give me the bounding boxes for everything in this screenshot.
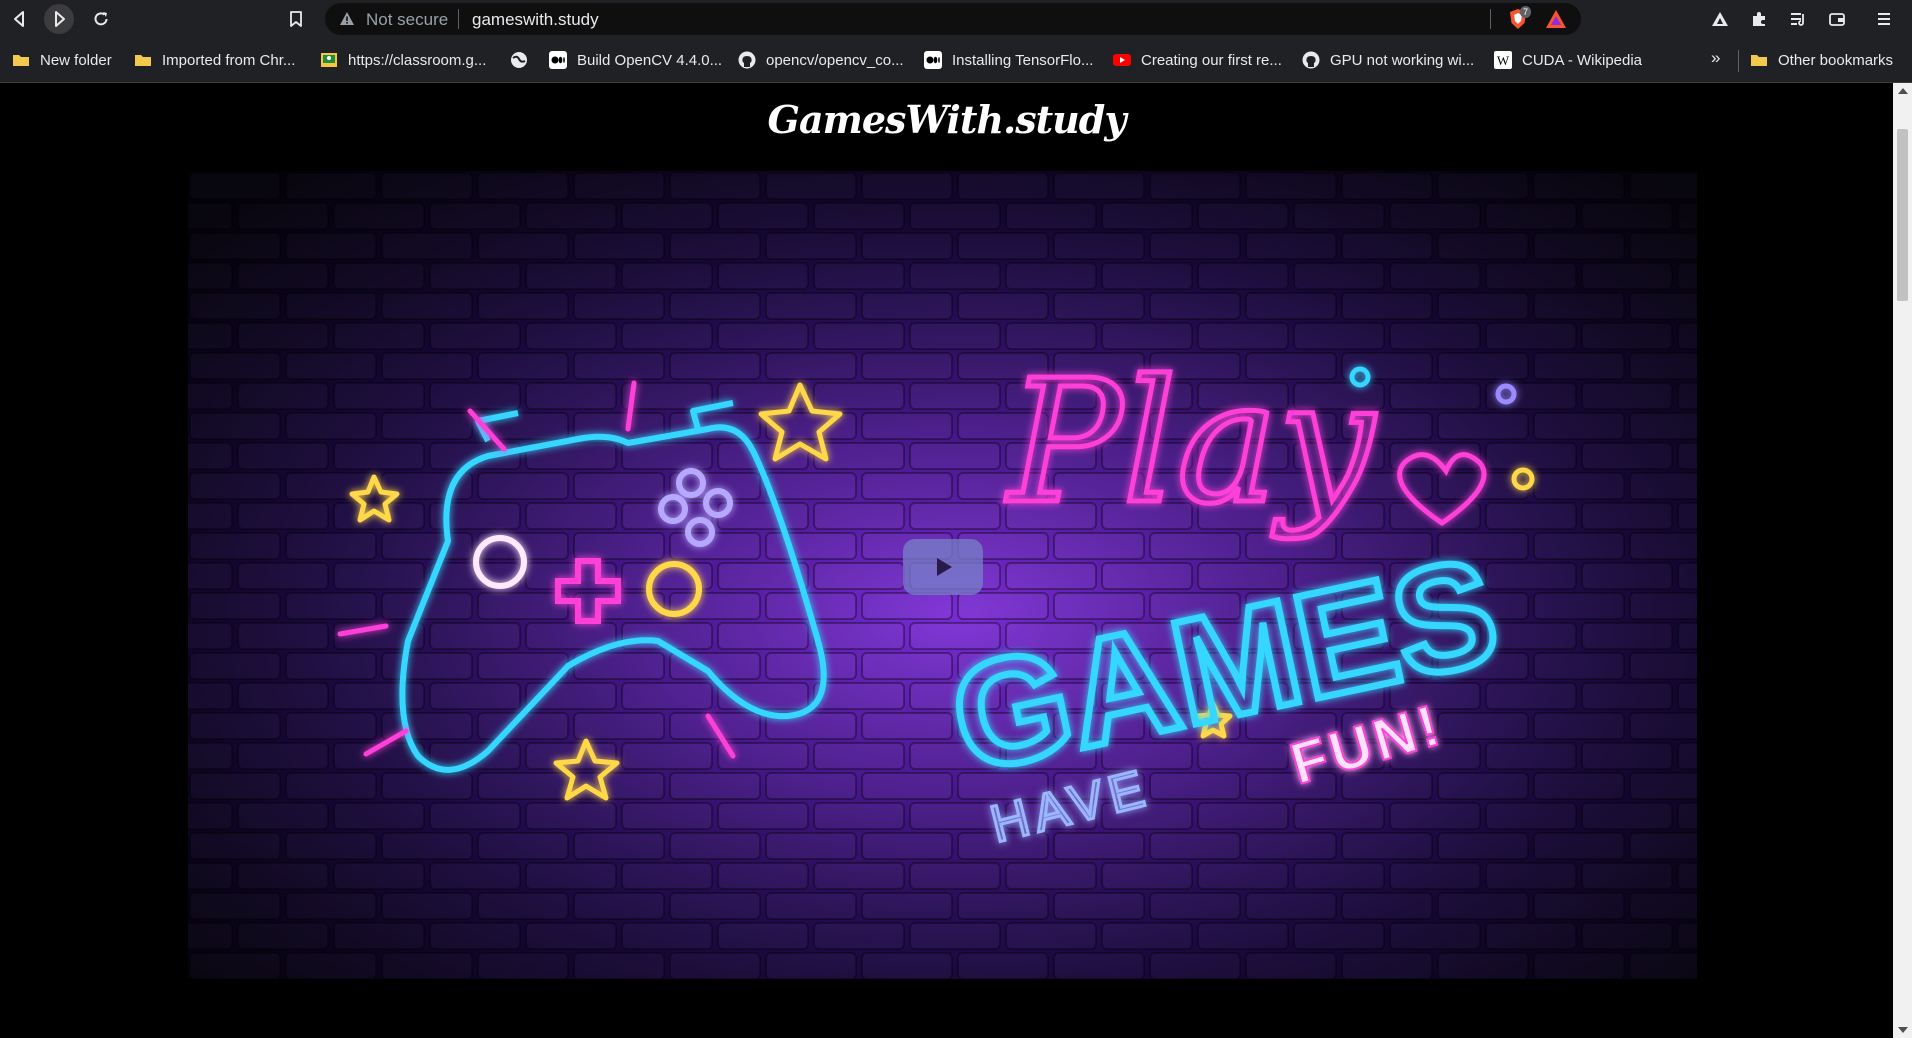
reload-icon [94,12,108,26]
bookmark-item[interactable]: W CUDA - Wikipedia [1494,48,1642,72]
security-label[interactable]: Not secure [366,10,448,30]
hero-text-play: Play [1005,344,1376,542]
globe-icon [511,52,527,68]
bookmark-label: opencv/opencv_co... [766,51,904,69]
medium-icon [549,51,567,69]
puzzle-icon [1753,12,1765,26]
bookmarks-divider [1738,50,1739,72]
bookmark-label: Creating our first re... [1141,51,1282,69]
bookmark-item[interactable]: GPU not working wi... [1302,48,1474,72]
menu-button[interactable] [1869,4,1899,34]
scroll-up-arrow-icon[interactable] [1898,88,1908,94]
hero-video[interactable]: Play GAMES HAVE FUN! [188,171,1697,979]
folder-icon [135,55,151,66]
bookmark-page-button[interactable] [281,4,311,34]
bookmark-item[interactable]: Build OpenCV 4.4.0... [549,48,722,72]
github-icon [1302,51,1320,69]
bookmarks-overflow-button[interactable]: » [1711,48,1720,68]
playlist-icon [1791,13,1804,26]
url-divider [458,9,459,29]
bookmark-label: https://classroom.g... [348,51,487,69]
bookmark-icon [290,11,302,27]
browser-toolbar: Not secure gameswith.study 7 [0,0,1912,38]
svg-text:W: W [1497,53,1510,68]
bookmark-label: Build OpenCV 4.4.0... [577,51,723,69]
bookmark-item[interactable]: New folder [12,48,112,72]
bookmarks-bar: New folder Imported from Chr... https://… [0,38,1912,83]
play-icon [937,558,952,576]
reload-button[interactable] [86,4,116,34]
youtube-icon [1113,54,1131,66]
url-divider-right [1490,9,1491,29]
bookmark-label: New folder [40,51,112,69]
back-button[interactable] [5,4,35,34]
brave-vpn-button[interactable] [1705,4,1735,34]
folder-icon [13,55,29,66]
address-bar[interactable]: Not secure gameswith.study 7 [325,3,1581,35]
page-scrollbar[interactable] [1893,83,1912,1038]
bookmark-item[interactable]: Imported from Chr... [134,48,295,72]
video-play-button[interactable] [903,539,983,595]
bookmark-item[interactable]: Installing TensorFlo... [924,48,1093,72]
bookmark-item-globe[interactable] [510,48,538,72]
back-icon [14,11,24,27]
folder-icon [1751,55,1767,66]
scroll-down-arrow-icon[interactable] [1898,1027,1908,1033]
url-text[interactable]: gameswith.study [472,10,599,30]
classroom-icon [321,53,337,67]
bookmark-item[interactable]: opencv/opencv_co... [738,48,904,72]
bookmark-label: Installing TensorFlo... [952,51,1094,69]
hamburger-menu-icon [1878,13,1890,25]
triangle-logo-icon [1712,12,1728,26]
page-viewport: GamesWith.study Play GAMES HAVE FUN! [0,83,1893,1038]
wikipedia-icon: W [1494,51,1512,69]
extensions-button[interactable] [1744,4,1774,34]
wallet-button[interactable] [1822,4,1852,34]
bookmark-label: GPU not working wi... [1330,51,1475,69]
github-icon [738,51,756,69]
site-logo[interactable]: GamesWith.study [0,97,1893,142]
bookmark-label: Imported from Chr... [162,51,296,69]
wallet-icon [1829,13,1845,26]
other-bookmarks-label: Other bookmarks [1778,51,1894,69]
shield-count-badge: 7 [1520,6,1532,18]
forward-button[interactable] [44,4,74,34]
playlist-button[interactable] [1783,4,1813,34]
warning-icon [340,12,354,25]
medium-icon [924,51,942,69]
forward-icon [55,11,65,27]
bookmark-item[interactable]: https://classroom.g... [320,48,486,72]
other-bookmarks[interactable]: Other bookmarks [1750,48,1893,72]
bookmark-item[interactable]: Creating our first re... [1113,48,1282,72]
bookmark-label: CUDA - Wikipedia [1522,51,1643,69]
scrollbar-thumb[interactable] [1897,129,1908,301]
brave-rewards-icon[interactable] [1545,9,1567,29]
